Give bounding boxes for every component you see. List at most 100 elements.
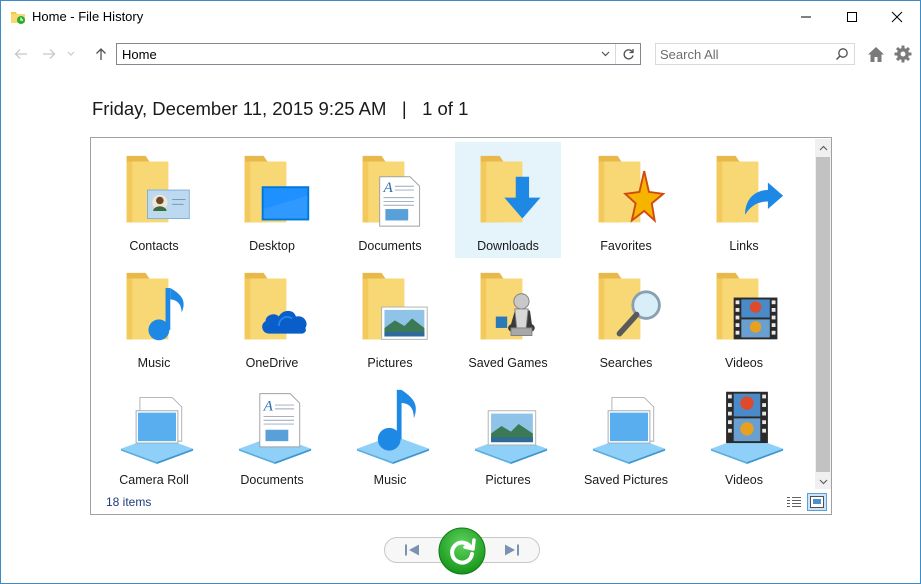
version-position: 1 of 1 xyxy=(422,98,469,119)
grid-item-label: Pictures xyxy=(485,473,531,487)
refresh-button[interactable] xyxy=(615,44,640,64)
maximize-button[interactable] xyxy=(829,1,875,32)
grid-item-label: Music xyxy=(373,473,407,487)
grid-item[interactable]: Pictures xyxy=(337,259,443,375)
home-button[interactable] xyxy=(865,43,887,65)
file-history-window: Home - File History Home Search All Frid… xyxy=(0,0,921,584)
contacts-folder-icon xyxy=(119,150,195,232)
settings-button[interactable] xyxy=(892,43,914,65)
file-history-icon xyxy=(10,9,26,25)
searches-folder-icon xyxy=(591,267,667,349)
forward-button[interactable] xyxy=(39,44,59,64)
grid-item[interactable]: Music xyxy=(101,259,207,375)
desktop-folder-icon xyxy=(237,150,313,232)
forward-arrow-icon xyxy=(43,49,56,59)
backup-date: Friday, December 11, 2015 9:25 AM xyxy=(92,98,387,119)
previous-version-icon xyxy=(405,544,419,556)
details-view-icon xyxy=(787,497,801,507)
grid-item-label: Pictures xyxy=(367,356,413,370)
vertical-scrollbar[interactable] xyxy=(815,139,831,489)
search-icon[interactable] xyxy=(835,47,849,61)
videos-library-icon xyxy=(709,384,785,466)
saved-games-folder-icon xyxy=(473,267,549,349)
next-version-icon xyxy=(505,544,519,556)
grid-item-label: Videos xyxy=(725,473,763,487)
grid-item[interactable]: Videos xyxy=(691,376,797,492)
grid-item-label: Links xyxy=(729,239,759,253)
scroll-up-button[interactable] xyxy=(815,139,831,156)
documents-library-icon: A xyxy=(237,384,313,466)
grid-item-label: Documents xyxy=(358,239,422,253)
close-icon xyxy=(891,11,903,22)
onedrive-folder-icon xyxy=(237,267,313,349)
address-value: Home xyxy=(122,47,157,62)
items-panel: Contacts Desktop A Documents Downloads Favori… xyxy=(90,137,832,515)
chevron-down-icon xyxy=(601,51,609,57)
backup-heading: Friday, December 11, 2015 9:25 AM | 1 of… xyxy=(92,98,468,120)
up-button[interactable] xyxy=(91,44,111,64)
music-folder-icon xyxy=(119,267,195,349)
scroll-thumb[interactable] xyxy=(816,157,830,472)
grid-item[interactable]: Pictures xyxy=(455,376,561,492)
minimize-icon xyxy=(801,16,811,17)
chevron-down-icon xyxy=(67,51,75,56)
restore-button[interactable] xyxy=(438,527,486,575)
search-box[interactable] xyxy=(655,43,855,65)
grid-item-label: Searches xyxy=(599,356,653,370)
grid-item-label: Favorites xyxy=(600,239,652,253)
heading-separator: | xyxy=(401,98,407,119)
grid-item-label: Desktop xyxy=(249,239,295,253)
music-library-icon xyxy=(355,384,431,466)
grid-item-label: OneDrive xyxy=(245,356,299,370)
grid-item[interactable]: Music xyxy=(337,376,443,492)
grid-item-label: Videos xyxy=(725,356,763,370)
search-input[interactable] xyxy=(656,44,830,64)
back-arrow-icon xyxy=(14,49,27,59)
large-icons-view-button[interactable] xyxy=(807,493,827,511)
gear-icon xyxy=(894,45,912,63)
saved-pictures-library-icon xyxy=(591,384,667,466)
next-version-button[interactable] xyxy=(498,539,526,561)
restore-icon xyxy=(438,527,486,575)
grid-item[interactable]: A Documents xyxy=(219,376,325,492)
home-icon xyxy=(868,46,884,62)
svg-text:A: A xyxy=(383,179,394,196)
grid-item[interactable]: Desktop xyxy=(219,142,325,258)
grid-item[interactable]: OneDrive xyxy=(219,259,325,375)
grid-item[interactable]: Contacts xyxy=(101,142,207,258)
grid-item-label: Saved Games xyxy=(468,356,548,370)
grid-item[interactable]: Favorites xyxy=(573,142,679,258)
maximize-icon xyxy=(847,11,857,22)
scroll-down-button[interactable] xyxy=(815,473,831,490)
close-button[interactable] xyxy=(874,1,920,32)
chevron-up-icon xyxy=(819,145,827,150)
documents-folder-icon: A xyxy=(355,150,431,232)
grid-item[interactable]: Camera Roll xyxy=(101,376,207,492)
grid-item[interactable]: A Documents xyxy=(337,142,443,258)
grid-item[interactable]: Links xyxy=(691,142,797,258)
grid-item[interactable]: Videos xyxy=(691,259,797,375)
grid-item[interactable]: Searches xyxy=(573,259,679,375)
recent-locations-button[interactable] xyxy=(64,44,78,64)
back-button[interactable] xyxy=(11,44,31,64)
links-folder-icon xyxy=(709,150,785,232)
pictures-folder-icon xyxy=(355,267,431,349)
grid-item-label: Camera Roll xyxy=(119,473,189,487)
title-bar[interactable]: Home - File History xyxy=(1,1,920,32)
previous-version-button[interactable] xyxy=(398,539,426,561)
grid-item-label: Downloads xyxy=(477,239,539,253)
pictures-library-icon xyxy=(473,384,549,466)
refresh-icon xyxy=(623,48,634,59)
details-view-button[interactable] xyxy=(785,494,803,510)
address-dropdown-button[interactable] xyxy=(595,44,614,64)
downloads-folder-icon xyxy=(473,150,549,232)
grid-item[interactable]: Saved Pictures xyxy=(573,376,679,492)
items-count: 18 items xyxy=(106,495,152,509)
address-bar[interactable]: Home xyxy=(116,43,641,65)
minimize-button[interactable] xyxy=(783,1,829,32)
grid-item[interactable]: Saved Games xyxy=(455,259,561,375)
large-icons-view-icon xyxy=(810,496,824,508)
grid-item[interactable]: Downloads xyxy=(455,142,561,258)
videos-folder-icon xyxy=(709,267,785,349)
favorites-folder-icon xyxy=(591,150,667,232)
